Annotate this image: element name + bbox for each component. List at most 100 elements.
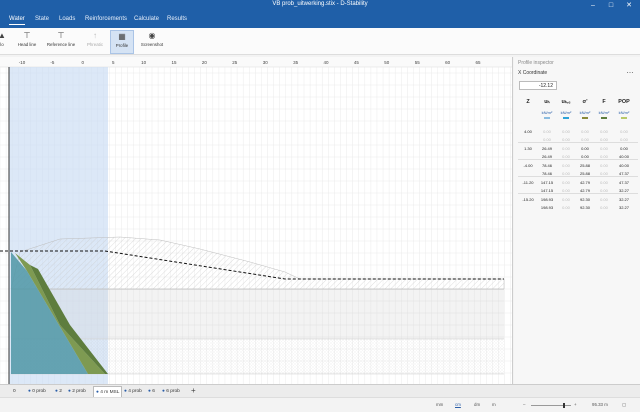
table-cell: 0.00 [600, 204, 608, 210]
panel-title: Profile inspector [518, 60, 554, 66]
dike-body-layer [10, 236, 505, 290]
ribbon-label: lo [0, 42, 4, 47]
table-cell: 0.00 [581, 129, 589, 134]
ribbon-toolbar: ▲ lo ⊤ Head line ⊤ Reference line ↑ Phre… [0, 28, 640, 55]
phreatic-line-button[interactable]: ▲ lo [0, 30, 8, 52]
scenario-tab[interactable]: 0 [11, 387, 18, 396]
menu-results[interactable]: Results [167, 16, 187, 22]
table-cell: 0.00 [543, 136, 551, 142]
table-cell: 32.27 [618, 197, 629, 202]
unit-mm[interactable]: mm [436, 402, 443, 407]
title-bar: VB prob_uitwerking.stix - D-Stability – … [0, 0, 640, 12]
unit-m[interactable]: m [492, 402, 496, 407]
ruler-tick-label: 60 [445, 60, 451, 65]
column-unit: kN/m² [541, 110, 553, 115]
fit-view-icon[interactable]: ▢ [622, 402, 626, 408]
table-cell: 0.00 [600, 136, 608, 142]
scenario-tab[interactable]: ● 6 [146, 387, 157, 396]
profile-inspector-panel: Profile inspector X Coordinate ⋯ -12.12 … [514, 57, 640, 384]
ruler-tick-label: 65 [475, 60, 481, 65]
table-cell: 0.00 [581, 146, 589, 151]
minimize-icon[interactable]: – [586, 0, 600, 12]
ribbon-label: Phreatic [86, 42, 104, 47]
zoom-in-icon[interactable]: + [574, 402, 577, 407]
table-cell: 0.00 [562, 204, 570, 210]
table-cell: 4.00 [524, 129, 532, 134]
tab-label: 4 prob [128, 389, 142, 394]
camera-icon: ◉ [148, 31, 156, 40]
column-unit: kN/m² [579, 110, 591, 115]
column-header: uₕ [544, 99, 550, 105]
table-cell: -4.00 [523, 163, 533, 168]
ruler-tick-label: 10 [141, 60, 147, 65]
zoom-out-icon[interactable]: – [523, 402, 525, 407]
menu-loads[interactable]: Loads [59, 16, 75, 22]
unit-cm[interactable]: cm [455, 402, 461, 407]
table-cell: 0.00 [581, 153, 589, 159]
column-color-swatch [621, 117, 627, 119]
table-cell: 42.79 [579, 180, 590, 185]
phreatic-icon: ↑ [93, 31, 97, 40]
column-header: σ' [582, 99, 588, 105]
ribbon-label: Screenshot [140, 42, 164, 47]
phreatic-button[interactable]: ↑ Phreatic [84, 30, 106, 52]
screenshot-button[interactable]: ◉ Screenshot [138, 30, 166, 52]
head-line-button[interactable]: ⊤ Head line [14, 30, 40, 52]
geometry-canvas[interactable]: -10 -5 0 5 10 15 20 25 30 35 40 45 50 55 60 65 [0, 57, 513, 384]
reference-line-button[interactable]: ⊤ Reference line [44, 30, 78, 52]
phreatic-line-icon: ▲ [0, 31, 6, 40]
table-cell: 0.00 [600, 180, 608, 185]
table-cell: 0.00 [600, 146, 608, 151]
menu-bar: Water State Loads Reinforcements Calcula… [0, 12, 640, 28]
table-cell: -15.20 [522, 197, 534, 202]
window-title: VB prob_uitwerking.stix - D-Stability [272, 1, 368, 7]
zoom-slider[interactable] [531, 403, 571, 408]
maximize-icon[interactable]: □ [604, 0, 618, 12]
menu-water[interactable]: Water [9, 16, 25, 25]
table-cell: 42.79 [579, 187, 590, 193]
column-unit: kN/m² [598, 110, 610, 115]
menu-reinforcements[interactable]: Reinforcements [85, 16, 127, 22]
table-cell: 0.00 [600, 197, 608, 202]
scenario-tab[interactable]: ● 2 [53, 387, 64, 396]
table-cell: 0.00 [543, 129, 551, 134]
close-icon[interactable]: ✕ [622, 0, 636, 12]
table-cell: 0.00 [562, 136, 570, 142]
scenario-tab[interactable]: ● 2 prob [66, 387, 88, 396]
table-cell: 0.00 [600, 187, 608, 193]
clay-layer [11, 289, 504, 339]
column-color-swatch [582, 117, 588, 119]
menu-calculate[interactable]: Calculate [134, 16, 159, 22]
scenario-tab[interactable]: ● 0 prob [26, 387, 48, 396]
more-icon[interactable]: ⋯ [627, 69, 635, 77]
reference-line-icon: ⊤ [57, 31, 65, 40]
table-cell: 92.30 [579, 197, 590, 202]
ruler-tick-label: 35 [293, 60, 299, 65]
scenario-tab[interactable]: ● 6 prob [160, 387, 182, 396]
table-cell: 0.00 [562, 146, 570, 151]
scenario-tab[interactable]: ● 4 prob [122, 387, 144, 396]
menu-state[interactable]: State [35, 16, 49, 22]
table-cell: 0.00 [620, 129, 628, 134]
column-header: uₕ,ₑ [561, 99, 571, 105]
table-cell: 32.27 [618, 204, 629, 210]
profile-icon: ▦ [118, 32, 126, 41]
column-color-swatch [544, 117, 550, 119]
table-cell: 26.49 [541, 153, 552, 159]
table-cell: 25.88 [579, 163, 590, 168]
table-cell: 0.00 [562, 170, 570, 176]
table-cell: 40.00 [618, 153, 629, 159]
x-coordinate-input[interactable]: -12.12 [519, 81, 557, 90]
add-tab-icon[interactable]: + [191, 386, 196, 395]
scenario-tabs: 0 ● 0 prob ● 2 ● 2 prob ● 4 m MSL ● 4 prob ● 6… [0, 384, 640, 398]
unit-dm[interactable]: dm [474, 402, 480, 407]
table-cell: 32.27 [618, 187, 629, 193]
tab-label: 4 m MSL [100, 390, 120, 395]
table-cell: 0.00 [581, 136, 589, 142]
status-bar: mm cm dm m – + 95.33 m ▢ [0, 397, 640, 412]
profile-button[interactable]: ▦ Profile [110, 30, 134, 54]
zoom-slider-thumb[interactable] [563, 403, 565, 408]
column-unit: kN/m² [618, 110, 630, 115]
table-cell: 25.88 [579, 170, 590, 176]
column-unit: kN/m² [560, 110, 572, 115]
